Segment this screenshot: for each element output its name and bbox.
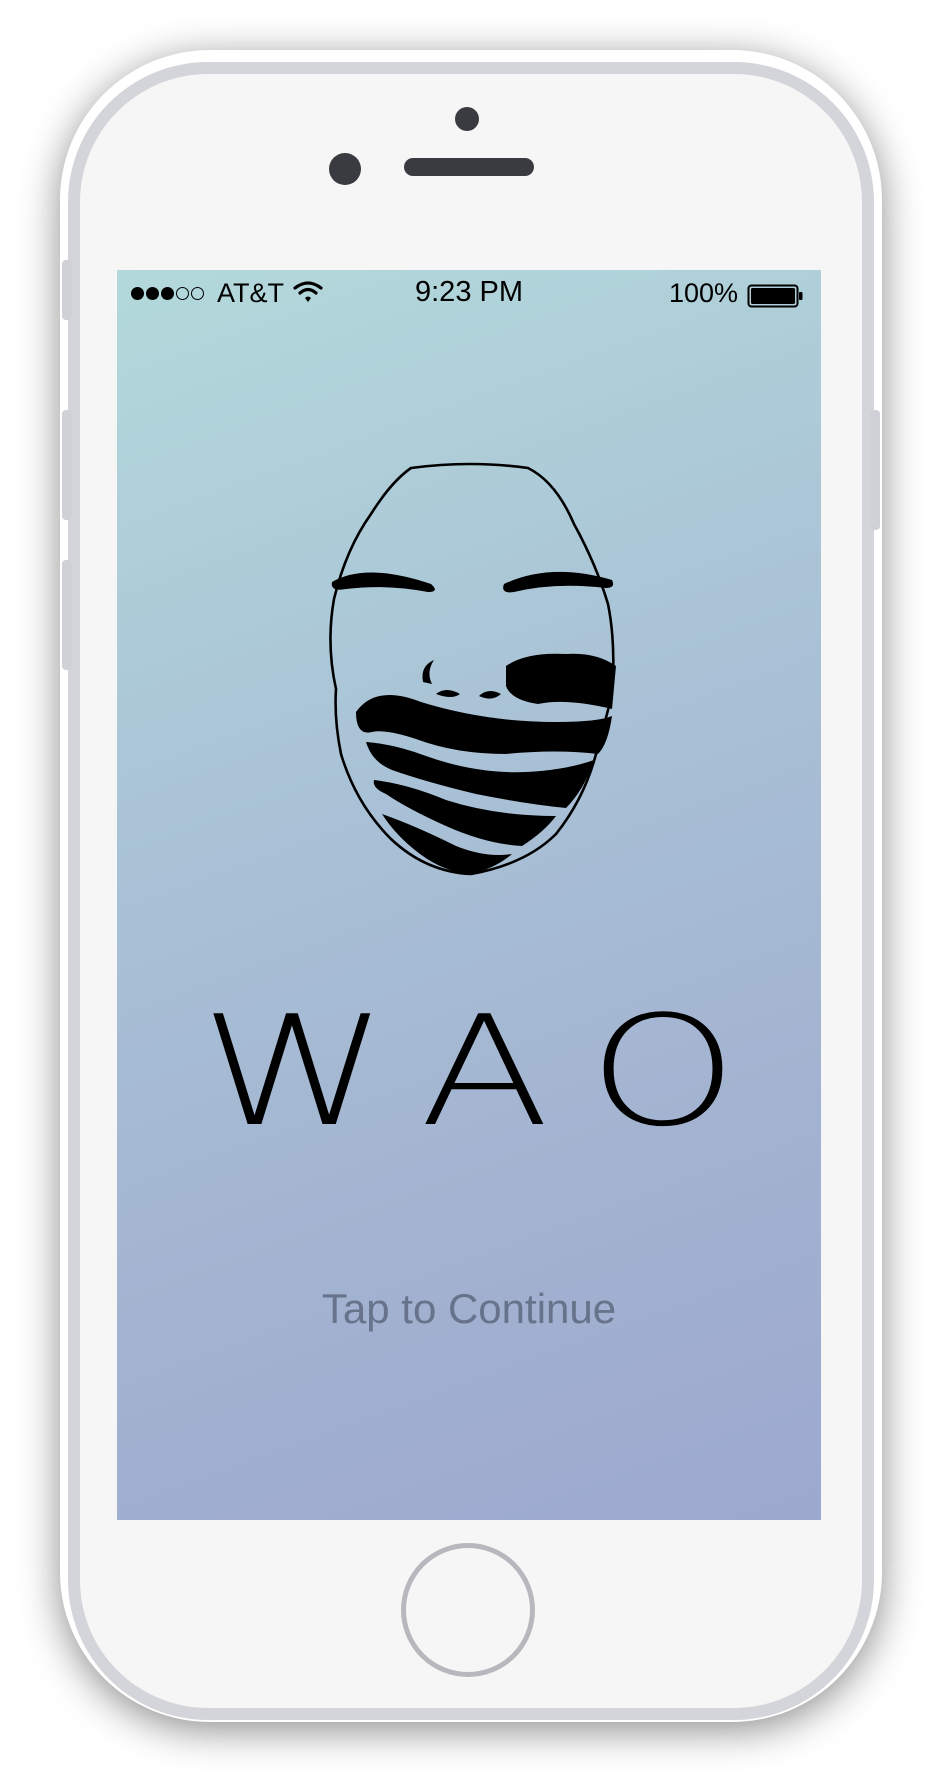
mute-switch — [62, 260, 72, 320]
front-camera — [455, 107, 479, 131]
battery-full-icon — [747, 284, 803, 308]
tap-to-continue-button[interactable]: Tap to Continue — [117, 1285, 821, 1333]
splash-screen[interactable]: AT&T 9:23 PM 100% WAO Tap to Continue — [117, 270, 821, 1520]
status-bar: AT&T 9:23 PM 100% — [117, 270, 821, 314]
covered-mouth-mask-icon — [329, 462, 616, 876]
volume-down-button — [62, 560, 72, 670]
volume-up-button — [62, 410, 72, 520]
earpiece-speaker — [404, 158, 534, 176]
app-name: WAO — [200, 983, 780, 1160]
proximity-sensor — [329, 153, 361, 185]
home-button[interactable] — [401, 1543, 535, 1677]
power-button — [870, 410, 880, 530]
device-mockup: AT&T 9:23 PM 100% WAO Tap to Continue — [0, 0, 942, 1779]
battery-percentage: 100% — [669, 278, 739, 308]
